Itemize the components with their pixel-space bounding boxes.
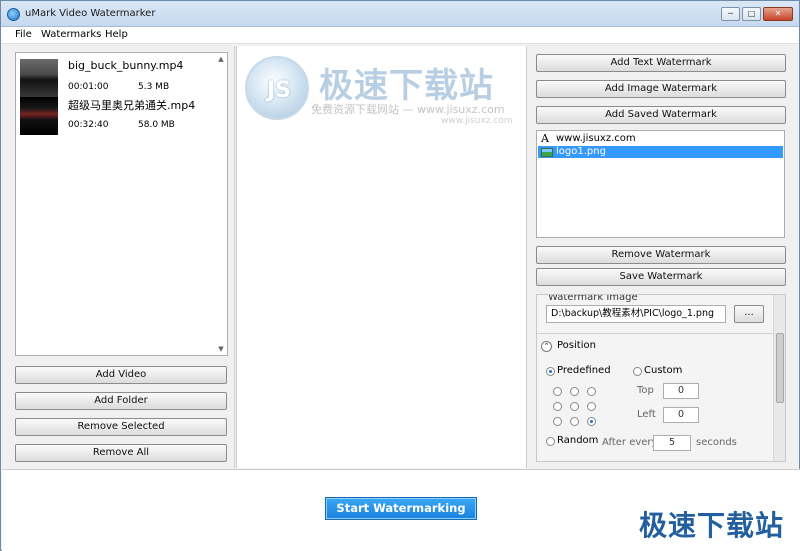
collapse-icon[interactable]: ⌃ (541, 341, 552, 352)
top-input[interactable]: 0 (663, 383, 699, 399)
image-watermark-icon (541, 148, 553, 157)
image-path-field[interactable]: D:\backup\教程素材\PIC\logo_1.png (546, 305, 726, 323)
window-title: uMark Video Watermarker (25, 8, 156, 19)
position-grid-radio[interactable] (587, 387, 596, 396)
settings-scrollbar[interactable] (773, 295, 785, 461)
minimize-button[interactable]: ─ (721, 7, 740, 21)
left-input[interactable]: 0 (663, 407, 699, 423)
preview-watermark-logo: JS (245, 56, 309, 120)
text-watermark-icon: A (541, 132, 549, 145)
scroll-up-icon[interactable]: ▲ (217, 55, 225, 63)
app-window: uMark Video Watermarker ─ □ ✕ File Water… (0, 0, 800, 551)
position-grid-radio[interactable] (553, 417, 562, 426)
remove-all-button[interactable]: Remove All (15, 444, 227, 462)
add-image-watermark-button[interactable]: Add Image Watermark (536, 80, 786, 98)
browse-button[interactable]: ... (734, 305, 764, 323)
video-panel: big_buck_bunny.mp4 00:01:00 5.3 MB 超级马里奥… (8, 46, 235, 468)
position-grid-radio[interactable] (570, 387, 579, 396)
watermark-item-text[interactable]: A www.jisuxz.com (538, 133, 783, 145)
maximize-button[interactable]: □ (742, 7, 761, 21)
logo-text: JS (266, 78, 292, 103)
scroll-down-icon[interactable]: ▼ (217, 345, 225, 353)
video-name: big_buck_bunny.mp4 (68, 59, 184, 72)
remove-watermark-button[interactable]: Remove Watermark (536, 246, 786, 264)
top-label: Top (637, 385, 654, 396)
menu-watermarks[interactable]: Watermarks (41, 29, 101, 40)
window-controls: ─ □ ✕ (721, 7, 793, 21)
left-label: Left (637, 409, 656, 420)
watermark-settings: Watermark Image D:\backup\教程素材\PIC\logo_… (536, 294, 786, 462)
video-size: 5.3 MB (138, 82, 170, 92)
remove-selected-button[interactable]: Remove Selected (15, 418, 227, 436)
predefined-radio[interactable] (546, 367, 555, 376)
seconds-input[interactable]: 5 (653, 435, 691, 451)
video-list[interactable]: big_buck_bunny.mp4 00:01:00 5.3 MB 超级马里奥… (15, 52, 228, 356)
position-grid-radio[interactable] (553, 402, 562, 411)
video-name: 超级马里奥兄弟通关.mp4 (68, 99, 196, 112)
section-divider (537, 333, 785, 334)
add-saved-watermark-button[interactable]: Add Saved Watermark (536, 106, 786, 124)
save-watermark-button[interactable]: Save Watermark (536, 268, 786, 286)
position-grid-radio[interactable] (553, 387, 562, 396)
watermark-item-image[interactable]: logo1.png (538, 146, 783, 158)
video-thumbnail (20, 97, 58, 135)
settings-scroll-thumb[interactable] (776, 333, 784, 403)
predefined-label: Predefined (557, 365, 611, 376)
menu-bar: File Watermarks Help (1, 27, 799, 44)
watermark-image-legend: Watermark Image (546, 294, 640, 303)
video-duration: 00:01:00 (68, 82, 109, 92)
watermark-list[interactable]: A www.jisuxz.com logo1.png (536, 130, 785, 238)
watermark-panel: Add Text Watermark Add Image Watermark A… (528, 46, 798, 468)
video-duration: 00:32:40 (68, 120, 109, 130)
seconds-label: seconds (696, 437, 737, 448)
watermark-item-label: www.jisuxz.com (556, 133, 636, 144)
start-watermarking-button[interactable]: Start Watermarking (325, 497, 477, 520)
position-title: Position (557, 340, 596, 351)
position-grid-radio[interactable] (587, 402, 596, 411)
watermark-item-label: logo1.png (556, 146, 606, 157)
position-grid-radio[interactable] (570, 417, 579, 426)
random-label: Random (557, 435, 599, 446)
bottom-bar: Start Watermarking 极速下载站 (2, 469, 800, 551)
site-watermark: 极速下载站 (638, 509, 784, 542)
add-text-watermark-button[interactable]: Add Text Watermark (536, 54, 786, 72)
add-folder-button[interactable]: Add Folder (15, 392, 227, 410)
close-button[interactable]: ✕ (763, 7, 793, 21)
menu-help[interactable]: Help (105, 29, 128, 40)
after-every-label: After every (602, 437, 658, 448)
video-thumbnail (20, 59, 58, 97)
custom-label: Custom (644, 365, 683, 376)
video-size: 58.0 MB (138, 120, 175, 130)
video-item[interactable]: 超级马里奥兄弟通关.mp4 00:32:40 58.0 MB (18, 93, 208, 139)
add-video-button[interactable]: Add Video (15, 366, 227, 384)
video-preview[interactable]: JS 极速下载站 免费资源下载网站 — www.jisuxz.com www.j… (236, 46, 527, 468)
title-bar[interactable]: uMark Video Watermarker ─ □ ✕ (1, 1, 799, 27)
custom-radio[interactable] (633, 367, 642, 376)
preview-watermark-title: 极速下载站 (319, 66, 494, 106)
position-grid-radio[interactable] (587, 417, 596, 426)
app-icon (7, 8, 20, 21)
position-grid-radio[interactable] (570, 402, 579, 411)
preview-watermark-subtitle: 免费资源下载网站 — www.jisuxz.com (311, 103, 505, 116)
menu-file[interactable]: File (15, 29, 32, 40)
preview-watermark-url: www.jisuxz.com (441, 116, 513, 126)
random-radio[interactable] (546, 437, 555, 446)
